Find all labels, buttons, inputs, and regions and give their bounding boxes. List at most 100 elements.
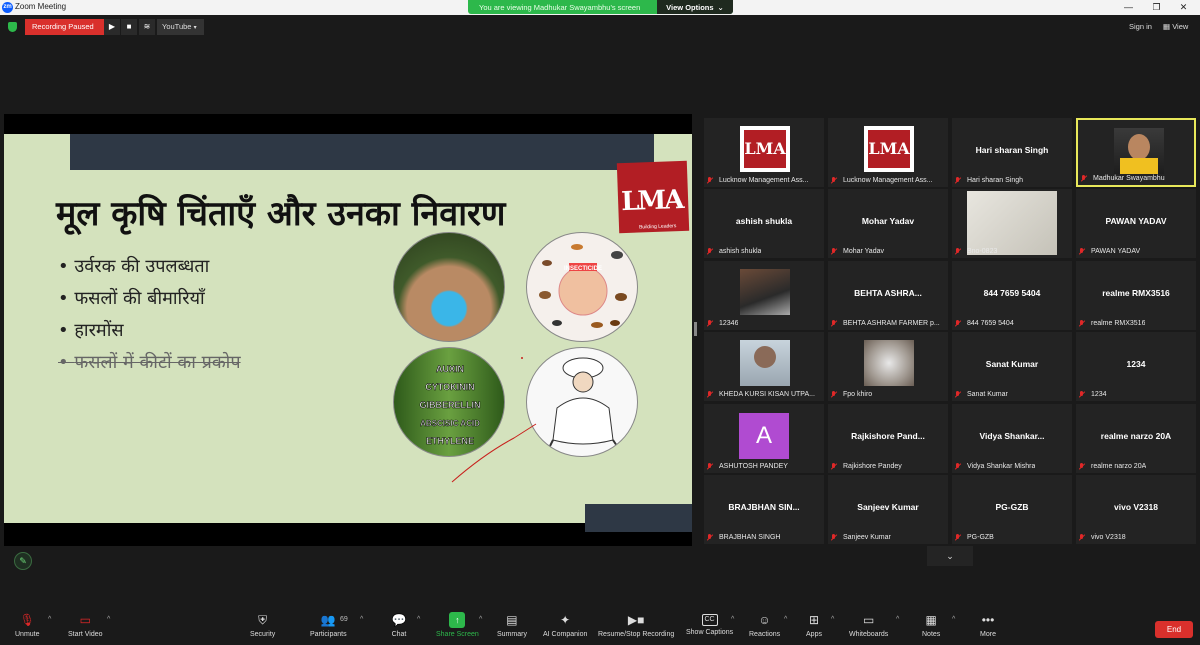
participant-tile[interactable]: vivo V2318 vivo V2318 [1076,475,1196,544]
participant-display-name: Sanat Kumar [985,359,1039,369]
caret-up-icon[interactable]: ^ [731,616,734,623]
participant-tile[interactable]: Madhukar Swayambhu [1076,118,1196,187]
grid-view-icon: ▦ [1163,22,1171,31]
participant-tile[interactable]: 1234 1234 [1076,332,1196,401]
security-button[interactable]: ⛨ Security [250,612,275,638]
participant-tile[interactable]: Hari sharan Singh Hari sharan Singh [952,118,1072,187]
participant-name: Hari sharan Singh [967,176,1024,184]
whiteboards-button[interactable]: ▭ ^ Whiteboards [849,612,899,638]
view-options-button[interactable]: View Options ⌄ [657,0,733,14]
participant-name: Lucknow Management Ass... [843,176,933,184]
muted-mic-icon [955,247,961,255]
show-captions-button[interactable]: CC ^ Show Captions [686,612,734,636]
smiley-icon: ☺ [758,613,771,627]
participants-button[interactable]: 👥 69 ^ Participants [310,612,363,638]
participant-name-label: 12346 [707,318,738,328]
participant-video [1114,128,1164,174]
start-video-button[interactable]: ▭ ^ Start Video [68,612,110,638]
participant-name: ashish shukla [719,247,762,255]
chevron-down-icon[interactable]: ⌄ [927,546,973,566]
share-screen-button[interactable]: ↑ ^ Share Screen [436,612,482,638]
muted-mic-icon [831,533,837,541]
annotate-pencil-icon[interactable]: ✎ [14,552,32,570]
participant-tile[interactable]: BRAJBHAN SIN... BRAJBHAN SINGH [704,475,824,544]
participant-tile[interactable]: realme narzo 20A realme narzo 20A [1076,404,1196,473]
stop-recording-icon[interactable]: ■ [121,19,137,35]
caret-up-icon[interactable]: ^ [896,616,899,623]
caret-up-icon[interactable]: ^ [831,616,834,623]
security-shield-icon[interactable] [8,22,17,32]
caret-up-icon[interactable]: ^ [417,616,420,623]
participant-display-name: PG-GZB [995,502,1029,512]
participant-tile[interactable]: BEHTA ASHRA... BEHTA ASHRAM FARMER p... [828,261,948,330]
participant-tile[interactable]: Sanat Kumar Sanat Kumar [952,332,1072,401]
participant-name: Fpo khiro [843,390,873,398]
muted-mic-icon [1079,390,1085,398]
youtube-stream-dropdown[interactable]: YouTube ▾ [157,19,204,35]
participant-name: Mohar Yadav [843,247,884,255]
participant-tile[interactable]: PAWAN YADAV PAWAN YADAV [1076,189,1196,258]
participant-name: KHEDA KURSI KISAN UTPA... [719,390,815,398]
participant-tile[interactable]: Bno-0823 [952,189,1072,258]
shared-screen[interactable]: LMA Building Leaders मूल कृषि चिंताएँ और… [4,114,692,546]
participant-tile[interactable]: Rajkishore Pand... Rajkishore Pandey [828,404,948,473]
muted-mic-icon [955,319,961,327]
caret-up-icon[interactable]: ^ [360,616,363,623]
participant-tile[interactable]: ashish shukla ashish shukla [704,189,824,258]
participant-name: 1234 [1091,390,1107,398]
participant-tile[interactable]: LMA Lucknow Management Ass... [704,118,824,187]
muted-mic-icon [955,462,961,470]
close-icon[interactable]: ✕ [1167,0,1200,15]
end-meeting-button[interactable]: End [1155,621,1193,638]
sign-in-link[interactable]: Sign in [1129,22,1152,31]
view-button[interactable]: ▦ View [1163,22,1188,31]
reactions-button[interactable]: ☺ ^ Reactions [749,612,787,638]
participant-name-label: Sanjeev Kumar [831,532,891,542]
captions-icon: CC [701,614,718,626]
chat-bubble-icon: 💬 [391,613,407,627]
share-banner-message: You are viewing Madhukar Swayambhu's scr… [479,2,641,12]
sparkle-icon: ✦ [560,613,571,627]
caret-up-icon[interactable]: ^ [784,616,787,623]
participant-video [740,340,790,386]
caret-up-icon[interactable]: ^ [952,616,955,623]
participant-tile[interactable]: PG-GZB PG-GZB [952,475,1072,544]
summary-button[interactable]: ▤ Summary [497,612,527,638]
apps-button[interactable]: ⊞ ^ Apps [806,612,834,638]
participant-name: Rajkishore Pandey [843,462,902,470]
zoom-logo-icon: zm [2,2,13,13]
caret-up-icon[interactable]: ^ [479,616,482,623]
live-stream-icon[interactable]: ≋ [139,19,155,35]
presentation-slide: LMA Building Leaders मूल कृषि चिंताएँ और… [4,134,692,523]
resume-recording-icon[interactable]: ▶ [104,19,120,35]
participant-name-label: realme narzo 20A [1079,461,1146,471]
caret-up-icon[interactable]: ^ [48,616,51,623]
participant-tile[interactable]: KHEDA KURSI KISAN UTPA... [704,332,824,401]
participant-display-name: BEHTA ASHRA... [854,288,922,298]
notes-button[interactable]: ▦ ^ Notes [922,612,955,638]
avatar: A [739,413,789,459]
participant-tile[interactable]: Vidya Shankar... Vidya Shankar Mishra [952,404,1072,473]
participants-count: 69 [340,616,348,623]
insecticide-image: INSECTICIDE [526,232,638,342]
unmute-button[interactable]: 🎙 ^ Unmute [15,612,51,638]
participant-tile[interactable]: LMA Lucknow Management Ass... [828,118,948,187]
fertilizer-image [393,232,505,342]
chat-button[interactable]: 💬 ^ Chat [391,612,421,638]
ai-companion-button[interactable]: ✦ AI Companion [543,612,587,638]
participant-tile[interactable]: A ASHUTOSH PANDEY [704,404,824,473]
participant-tile[interactable]: Mohar Yadav Mohar Yadav [828,189,948,258]
participant-tile[interactable]: 844 7659 5404 844 7659 5404 [952,261,1072,330]
participant-tile[interactable]: 12346 [704,261,824,330]
caret-up-icon[interactable]: ^ [107,616,110,623]
participant-tile[interactable]: Fpo khiro [828,332,948,401]
participant-name-label: Hari sharan Singh [955,175,1023,185]
participant-tile[interactable]: realme RMX3516 realme RMX3516 [1076,261,1196,330]
split-drag-handle[interactable] [694,322,697,336]
more-button[interactable]: ••• More [980,612,996,638]
participant-tile[interactable]: Sanjeev Kumar Sanjeev Kumar [828,475,948,544]
resume-stop-recording-button[interactable]: ▶■ Resume/Stop Recording [598,612,674,638]
participant-display-name: Hari sharan Singh [975,145,1049,155]
participant-name-label: BEHTA ASHRAM FARMER p... [831,318,940,328]
muted-mic-icon [831,247,837,255]
